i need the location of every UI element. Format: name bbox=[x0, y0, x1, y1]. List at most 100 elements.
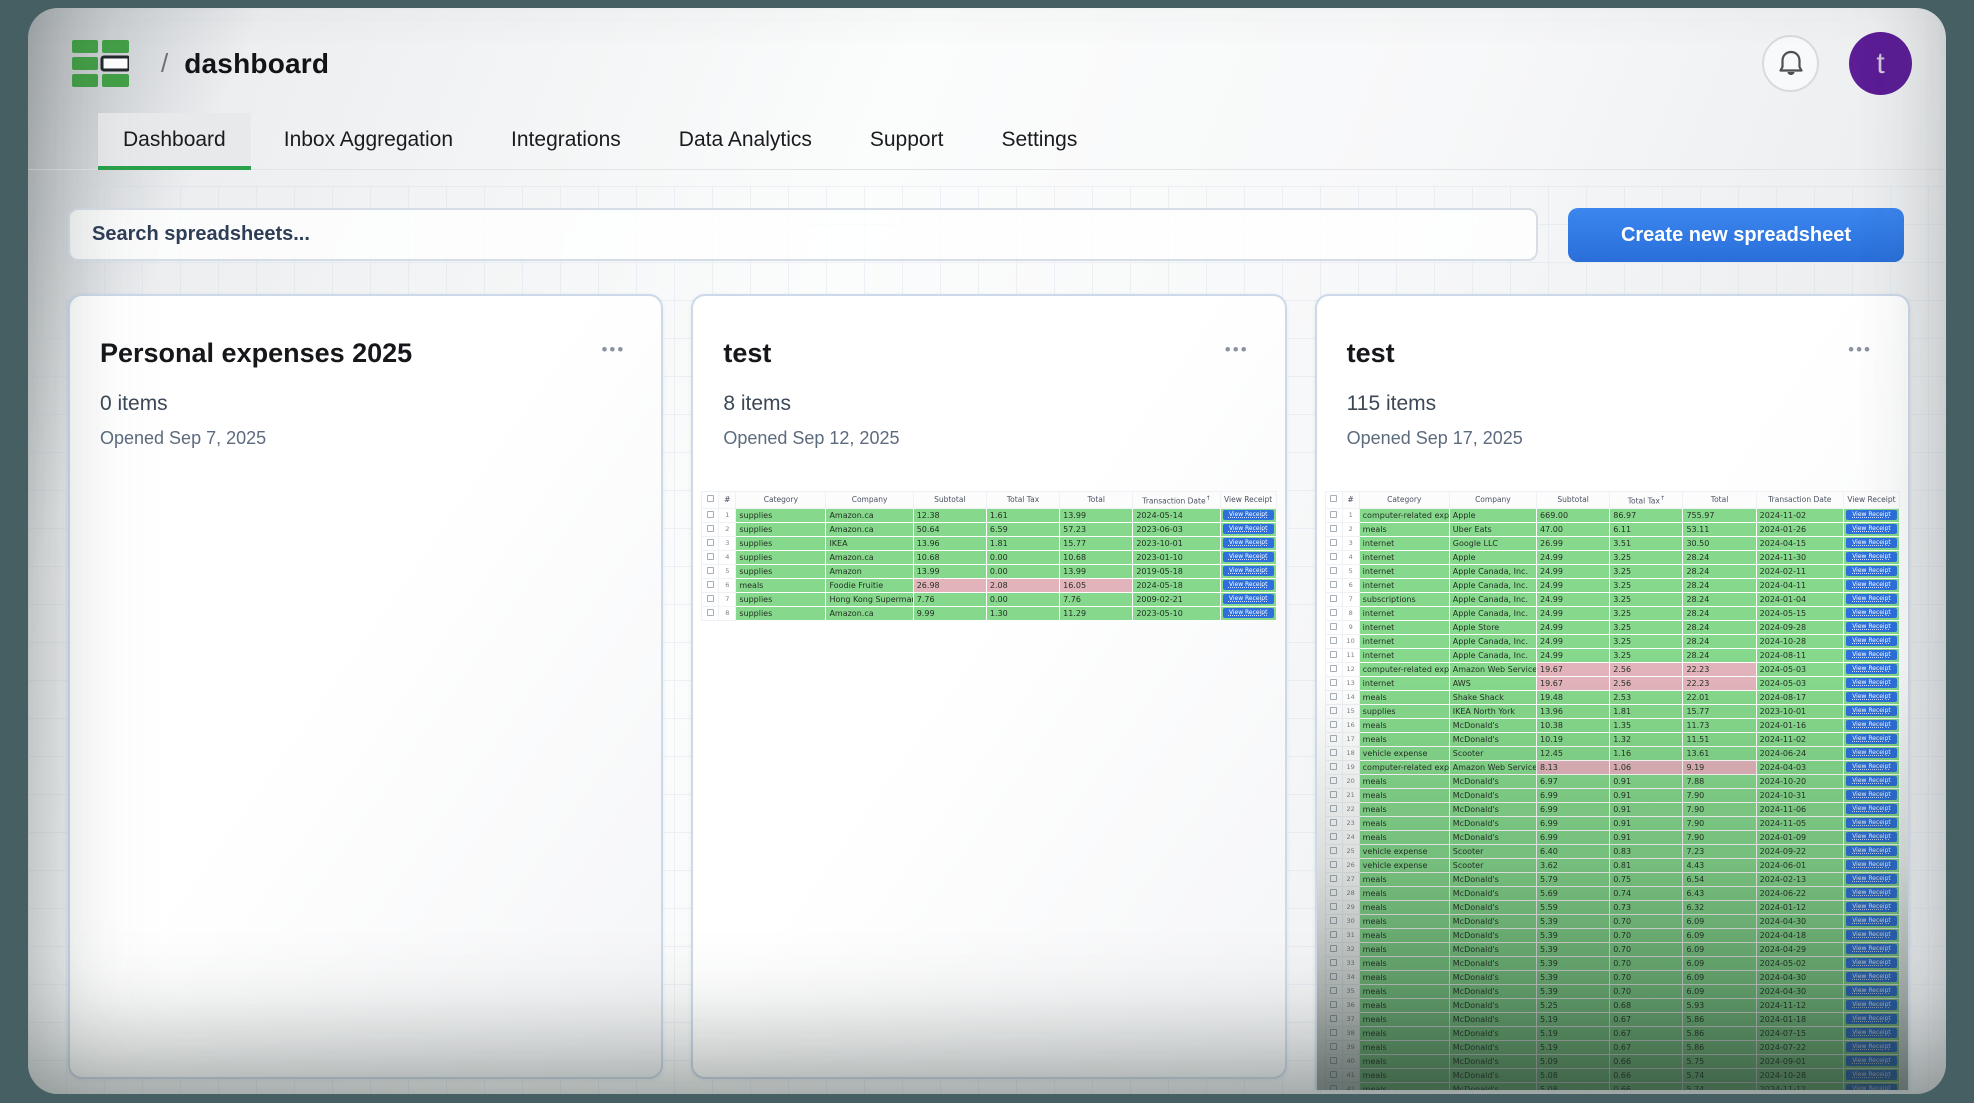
view-receipt-button[interactable]: View Receipt bbox=[1846, 706, 1897, 716]
row-checkbox[interactable] bbox=[1330, 553, 1337, 560]
user-avatar[interactable]: t bbox=[1849, 32, 1912, 95]
select-all-checkbox[interactable] bbox=[707, 495, 714, 502]
row-checkbox[interactable] bbox=[1330, 819, 1337, 826]
row-checkbox[interactable] bbox=[1330, 623, 1337, 630]
row-checkbox[interactable] bbox=[707, 553, 714, 560]
spreadsheet-card[interactable]: test ••• 115 items Opened Sep 17, 2025 #… bbox=[1315, 294, 1910, 1090]
view-receipt-button[interactable]: View Receipt bbox=[1223, 510, 1274, 520]
search-input[interactable] bbox=[68, 208, 1538, 261]
view-receipt-button[interactable]: View Receipt bbox=[1846, 916, 1897, 926]
row-checkbox[interactable] bbox=[1330, 763, 1337, 770]
view-receipt-button[interactable]: View Receipt bbox=[1846, 566, 1897, 576]
view-receipt-button[interactable]: View Receipt bbox=[1846, 1028, 1897, 1038]
view-receipt-button[interactable]: View Receipt bbox=[1846, 1042, 1897, 1052]
view-receipt-button[interactable]: View Receipt bbox=[1846, 1000, 1897, 1010]
view-receipt-button[interactable]: View Receipt bbox=[1846, 720, 1897, 730]
row-checkbox[interactable] bbox=[1330, 833, 1337, 840]
tab-settings[interactable]: Settings bbox=[976, 113, 1102, 169]
view-receipt-button[interactable]: View Receipt bbox=[1846, 762, 1897, 772]
row-checkbox[interactable] bbox=[1330, 511, 1337, 518]
view-receipt-button[interactable]: View Receipt bbox=[1846, 524, 1897, 534]
row-checkbox[interactable] bbox=[1330, 861, 1337, 868]
row-checkbox[interactable] bbox=[1330, 777, 1337, 784]
row-checkbox[interactable] bbox=[1330, 581, 1337, 588]
row-checkbox[interactable] bbox=[707, 581, 714, 588]
row-checkbox[interactable] bbox=[1330, 567, 1337, 574]
row-checkbox[interactable] bbox=[1330, 749, 1337, 756]
view-receipt-button[interactable]: View Receipt bbox=[1846, 538, 1897, 548]
view-receipt-button[interactable]: View Receipt bbox=[1846, 860, 1897, 870]
spreadsheet-card[interactable]: test ••• 8 items Opened Sep 12, 2025 #Ca… bbox=[691, 294, 1286, 1079]
row-checkbox[interactable] bbox=[707, 609, 714, 616]
row-checkbox[interactable] bbox=[1330, 1015, 1337, 1022]
row-checkbox[interactable] bbox=[1330, 791, 1337, 798]
row-checkbox[interactable] bbox=[707, 525, 714, 532]
row-checkbox[interactable] bbox=[1330, 931, 1337, 938]
row-checkbox[interactable] bbox=[1330, 1057, 1337, 1064]
row-checkbox[interactable] bbox=[707, 539, 714, 546]
view-receipt-button[interactable]: View Receipt bbox=[1846, 510, 1897, 520]
view-receipt-button[interactable]: View Receipt bbox=[1846, 944, 1897, 954]
view-receipt-button[interactable]: View Receipt bbox=[1846, 650, 1897, 660]
view-receipt-button[interactable]: View Receipt bbox=[1846, 776, 1897, 786]
row-checkbox[interactable] bbox=[1330, 707, 1337, 714]
row-checkbox[interactable] bbox=[1330, 973, 1337, 980]
row-checkbox[interactable] bbox=[707, 567, 714, 574]
view-receipt-button[interactable]: View Receipt bbox=[1846, 1084, 1897, 1090]
view-receipt-button[interactable]: View Receipt bbox=[1846, 580, 1897, 590]
view-receipt-button[interactable]: View Receipt bbox=[1846, 804, 1897, 814]
view-receipt-button[interactable]: View Receipt bbox=[1846, 818, 1897, 828]
view-receipt-button[interactable]: View Receipt bbox=[1846, 594, 1897, 604]
row-checkbox[interactable] bbox=[707, 595, 714, 602]
view-receipt-button[interactable]: View Receipt bbox=[1846, 552, 1897, 562]
view-receipt-button[interactable]: View Receipt bbox=[1223, 552, 1274, 562]
row-checkbox[interactable] bbox=[1330, 959, 1337, 966]
row-checkbox[interactable] bbox=[1330, 917, 1337, 924]
row-checkbox[interactable] bbox=[1330, 609, 1337, 616]
view-receipt-button[interactable]: View Receipt bbox=[1846, 1070, 1897, 1080]
row-checkbox[interactable] bbox=[1330, 1085, 1337, 1091]
card-menu-button[interactable]: ••• bbox=[1219, 326, 1255, 374]
view-receipt-button[interactable]: View Receipt bbox=[1846, 734, 1897, 744]
view-receipt-button[interactable]: View Receipt bbox=[1846, 902, 1897, 912]
row-checkbox[interactable] bbox=[1330, 875, 1337, 882]
row-checkbox[interactable] bbox=[1330, 637, 1337, 644]
row-checkbox[interactable] bbox=[1330, 539, 1337, 546]
row-checkbox[interactable] bbox=[1330, 679, 1337, 686]
notifications-button[interactable] bbox=[1762, 35, 1819, 92]
app-logo-link[interactable] bbox=[72, 40, 129, 87]
view-receipt-button[interactable]: View Receipt bbox=[1846, 986, 1897, 996]
view-receipt-button[interactable]: View Receipt bbox=[1846, 1014, 1897, 1024]
tab-dashboard[interactable]: Dashboard bbox=[98, 113, 251, 169]
row-checkbox[interactable] bbox=[1330, 805, 1337, 812]
view-receipt-button[interactable]: View Receipt bbox=[1846, 972, 1897, 982]
view-receipt-button[interactable]: View Receipt bbox=[1846, 958, 1897, 968]
row-checkbox[interactable] bbox=[1330, 1043, 1337, 1050]
row-checkbox[interactable] bbox=[1330, 987, 1337, 994]
create-spreadsheet-button[interactable]: Create new spreadsheet bbox=[1568, 208, 1904, 262]
view-receipt-button[interactable]: View Receipt bbox=[1846, 1056, 1897, 1066]
view-receipt-button[interactable]: View Receipt bbox=[1846, 622, 1897, 632]
row-checkbox[interactable] bbox=[1330, 735, 1337, 742]
row-checkbox[interactable] bbox=[1330, 525, 1337, 532]
view-receipt-button[interactable]: View Receipt bbox=[1846, 790, 1897, 800]
tab-inbox-aggregation[interactable]: Inbox Aggregation bbox=[259, 113, 478, 169]
row-checkbox[interactable] bbox=[1330, 651, 1337, 658]
card-menu-button[interactable]: ••• bbox=[595, 326, 631, 374]
row-checkbox[interactable] bbox=[1330, 721, 1337, 728]
view-receipt-button[interactable]: View Receipt bbox=[1846, 930, 1897, 940]
tab-support[interactable]: Support bbox=[845, 113, 969, 169]
view-receipt-button[interactable]: View Receipt bbox=[1223, 580, 1274, 590]
view-receipt-button[interactable]: View Receipt bbox=[1846, 832, 1897, 842]
view-receipt-button[interactable]: View Receipt bbox=[1846, 874, 1897, 884]
view-receipt-button[interactable]: View Receipt bbox=[1223, 594, 1274, 604]
row-checkbox[interactable] bbox=[1330, 1071, 1337, 1078]
row-checkbox[interactable] bbox=[1330, 847, 1337, 854]
view-receipt-button[interactable]: View Receipt bbox=[1846, 748, 1897, 758]
view-receipt-button[interactable]: View Receipt bbox=[1846, 846, 1897, 856]
row-checkbox[interactable] bbox=[1330, 889, 1337, 896]
tab-data-analytics[interactable]: Data Analytics bbox=[654, 113, 837, 169]
row-checkbox[interactable] bbox=[1330, 693, 1337, 700]
spreadsheet-card[interactable]: Personal expenses 2025 ••• 0 items Opene… bbox=[68, 294, 663, 1079]
card-menu-button[interactable]: ••• bbox=[1842, 326, 1878, 374]
